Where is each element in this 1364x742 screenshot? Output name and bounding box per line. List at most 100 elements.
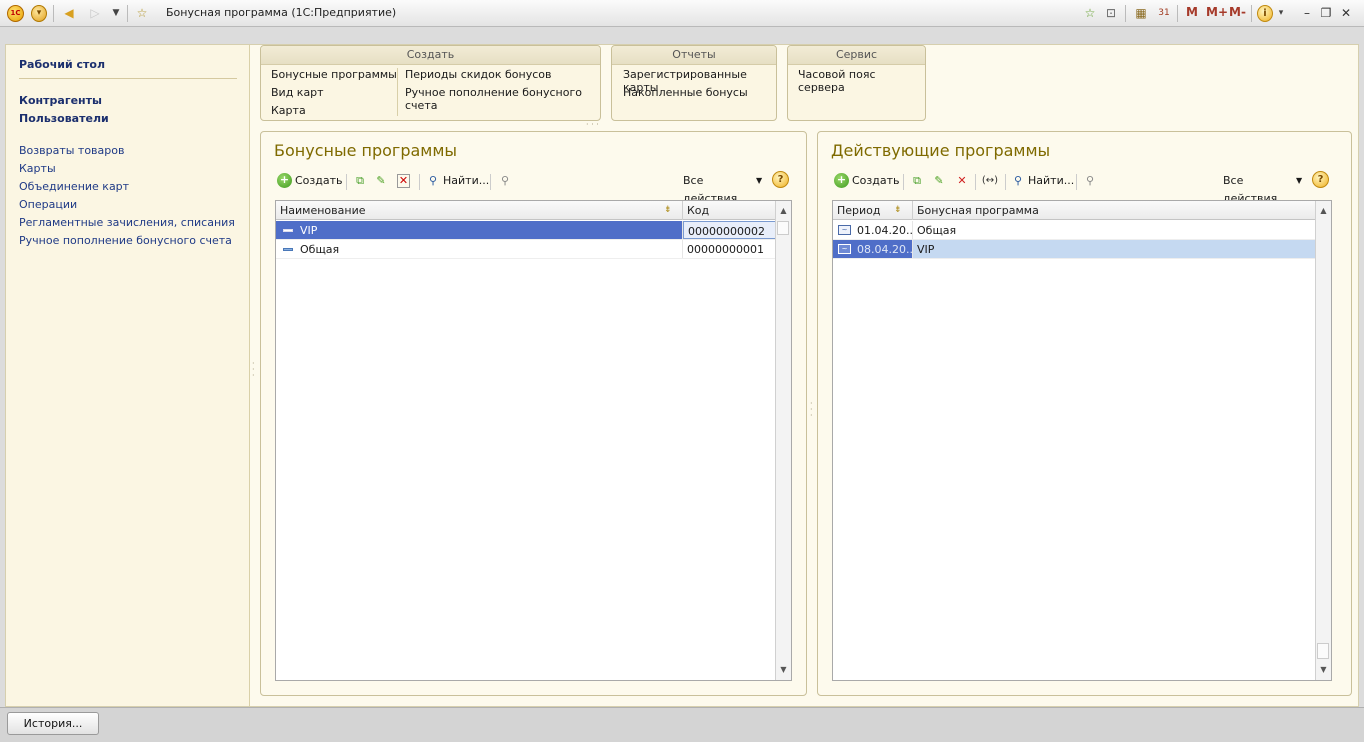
cell-code: 00000000002 <box>683 221 776 239</box>
group-reports: Отчеты Зарегистрированные карты Накоплен… <box>611 45 777 121</box>
sidebar: Рабочий стол Контрагенты Пользователи Во… <box>6 45 250 706</box>
create-bonus-programs-link[interactable]: Бонусные программы <box>271 68 397 81</box>
minimize-icon[interactable]: – <box>1299 6 1315 20</box>
separator <box>1251 5 1252 22</box>
scroll-up-icon[interactable]: ▲ <box>1316 203 1331 218</box>
forward-arrow-icon[interactable]: ▷ <box>86 5 104 22</box>
table-row[interactable]: ~ 01.04.20... Общая <box>833 221 1316 240</box>
command-bar-splitter[interactable]: · · · <box>586 121 616 129</box>
sidebar-item-manual-topup[interactable]: Ручное пополнение бонусного счета <box>19 234 232 247</box>
separator <box>1177 5 1178 22</box>
sidebar-desktop-link[interactable]: Рабочий стол <box>19 58 105 71</box>
table-row[interactable]: Общая 00000000001 <box>276 240 776 259</box>
group-create-header: Создать <box>261 46 600 65</box>
create-button[interactable]: Создать <box>295 172 343 190</box>
sort-icon: ⇟ <box>894 205 902 215</box>
range-icon[interactable]: (↔) <box>980 173 1000 189</box>
sidebar-item-scheduled-accruals[interactable]: Регламентные зачисления, списания <box>19 216 235 229</box>
sort-icon: ⇟ <box>664 205 672 215</box>
main-menu-icon[interactable]: ▾ <box>31 5 47 22</box>
create-discount-periods-link[interactable]: Периоды скидок бонусов <box>405 68 551 81</box>
panel-active-programs: Действующие программы + Создать ⧉ ✎ ✕ (↔… <box>817 131 1352 696</box>
all-actions-menu[interactable]: Все действия <box>1223 172 1277 205</box>
column-header-code[interactable]: Код <box>683 201 776 220</box>
create-card-type-link[interactable]: Вид карт <box>271 86 324 99</box>
create-button[interactable]: Создать <box>852 172 900 190</box>
sidebar-item-users[interactable]: Пользователи <box>19 112 109 125</box>
item-icon <box>283 248 293 251</box>
title-bar: 1С ▾ ◀ ▷ ▼ ☆ Бонусная программа (1С:Пред… <box>0 0 1364 27</box>
help-icon[interactable]: ? <box>772 171 789 188</box>
find-search-icon[interactable]: ⚲ <box>1010 173 1026 189</box>
vertical-scrollbar[interactable]: ▲ ▼ <box>775 201 791 680</box>
copy-icon[interactable]: ⧉ <box>909 173 925 189</box>
calculator-icon[interactable]: ▦ <box>1133 5 1149 22</box>
restore-icon[interactable]: ❐ <box>1318 6 1334 20</box>
status-bar: История... <box>0 707 1364 742</box>
favorites-star-icon[interactable]: ☆ <box>133 5 151 22</box>
memory-button-m[interactable]: M <box>1186 5 1198 19</box>
column-header-name[interactable]: Наименование <box>276 201 683 220</box>
scroll-down-icon[interactable]: ▼ <box>1316 662 1331 677</box>
scroll-up-icon[interactable]: ▲ <box>776 203 791 218</box>
sidebar-item-operations[interactable]: Операции <box>19 198 77 211</box>
info-icon[interactable]: i <box>1257 5 1273 22</box>
copy-icon[interactable]: ⧉ <box>352 173 368 189</box>
memory-button-m-minus[interactable]: M- <box>1229 5 1246 19</box>
cell-name: VIP <box>276 221 683 239</box>
create-card-link[interactable]: Карта <box>271 104 306 117</box>
scroll-thumb[interactable] <box>1317 643 1329 659</box>
sidebar-item-cards[interactable]: Карты <box>19 162 56 175</box>
edit-pencil-icon[interactable]: ✎ <box>931 173 947 189</box>
add-favorite-icon[interactable]: ☆ <box>1081 5 1099 22</box>
cancel-search-icon[interactable]: ⚲ <box>497 173 513 189</box>
chevron-down-icon[interactable]: ▼ <box>1296 172 1302 190</box>
window-title: Бонусная программа (1С:Предприятие) <box>166 6 397 19</box>
info-dropdown-icon[interactable]: ▾ <box>1275 5 1287 22</box>
sidebar-item-counterparties[interactable]: Контрагенты <box>19 94 102 107</box>
panel-title: Действующие программы <box>831 141 1051 160</box>
app-logo[interactable]: 1С <box>7 5 24 22</box>
panel-splitter[interactable]: · · · <box>810 400 815 420</box>
scroll-down-icon[interactable]: ▼ <box>776 662 791 677</box>
history-button[interactable]: История... <box>7 712 99 735</box>
column-header-program[interactable]: Бонусная программа <box>913 201 1316 220</box>
calendar-icon[interactable]: 31 <box>1156 5 1172 22</box>
bookmark-icon[interactable]: ⊡ <box>1103 5 1119 22</box>
find-search-icon[interactable]: ⚲ <box>425 173 441 189</box>
sidebar-item-returns[interactable]: Возвраты товаров <box>19 144 124 157</box>
separator <box>903 174 904 190</box>
service-timezone-link[interactable]: Часовой пояс сервера <box>798 68 925 94</box>
vertical-scrollbar[interactable]: ▲ ▼ <box>1315 201 1331 680</box>
item-icon <box>283 229 293 232</box>
sidebar-item-merge-cards[interactable]: Объединение карт <box>19 180 129 193</box>
table-header: Наименование ⇟ Код <box>276 201 776 220</box>
sidebar-splitter[interactable]: · · · <box>252 360 257 380</box>
separator <box>490 174 491 190</box>
back-arrow-icon[interactable]: ◀ <box>60 5 78 22</box>
table-row[interactable]: 08.04.20... ~ VIP <box>833 240 1316 259</box>
chevron-down-icon[interactable]: ▼ <box>756 172 762 190</box>
help-icon[interactable]: ? <box>1312 171 1329 188</box>
table-header: Период ⇟ Бонусная программа <box>833 201 1316 220</box>
scroll-thumb[interactable] <box>777 221 789 235</box>
workspace: Рабочий стол Контрагенты Пользователи Во… <box>5 44 1359 707</box>
mark-delete-icon[interactable]: ✕ <box>397 174 410 188</box>
delete-icon[interactable]: ✕ <box>954 173 970 189</box>
find-button[interactable]: Найти... <box>443 172 489 190</box>
find-button[interactable]: Найти... <box>1028 172 1074 190</box>
cell-program: Общая <box>913 221 1316 239</box>
close-icon[interactable]: ✕ <box>1338 6 1354 20</box>
history-dropdown-icon[interactable]: ▼ <box>109 5 123 22</box>
group-divider <box>397 68 398 116</box>
report-accumulated-bonuses-link[interactable]: Накопленные бонусы <box>623 86 748 99</box>
group-create: Создать Бонусные программы Вид карт Карт… <box>260 45 601 121</box>
cell-program: VIP <box>913 240 1316 258</box>
table-row[interactable]: VIP 00000000002 <box>276 221 776 240</box>
create-manual-topup-link[interactable]: Ручное пополнение бонусного счета <box>405 86 600 112</box>
cell-period: 01.04.20... <box>833 221 913 239</box>
all-actions-menu[interactable]: Все действия <box>683 172 737 205</box>
edit-pencil-icon[interactable]: ✎ <box>373 173 389 189</box>
memory-button-m-plus[interactable]: M+ <box>1206 5 1228 19</box>
cancel-search-icon[interactable]: ⚲ <box>1082 173 1098 189</box>
